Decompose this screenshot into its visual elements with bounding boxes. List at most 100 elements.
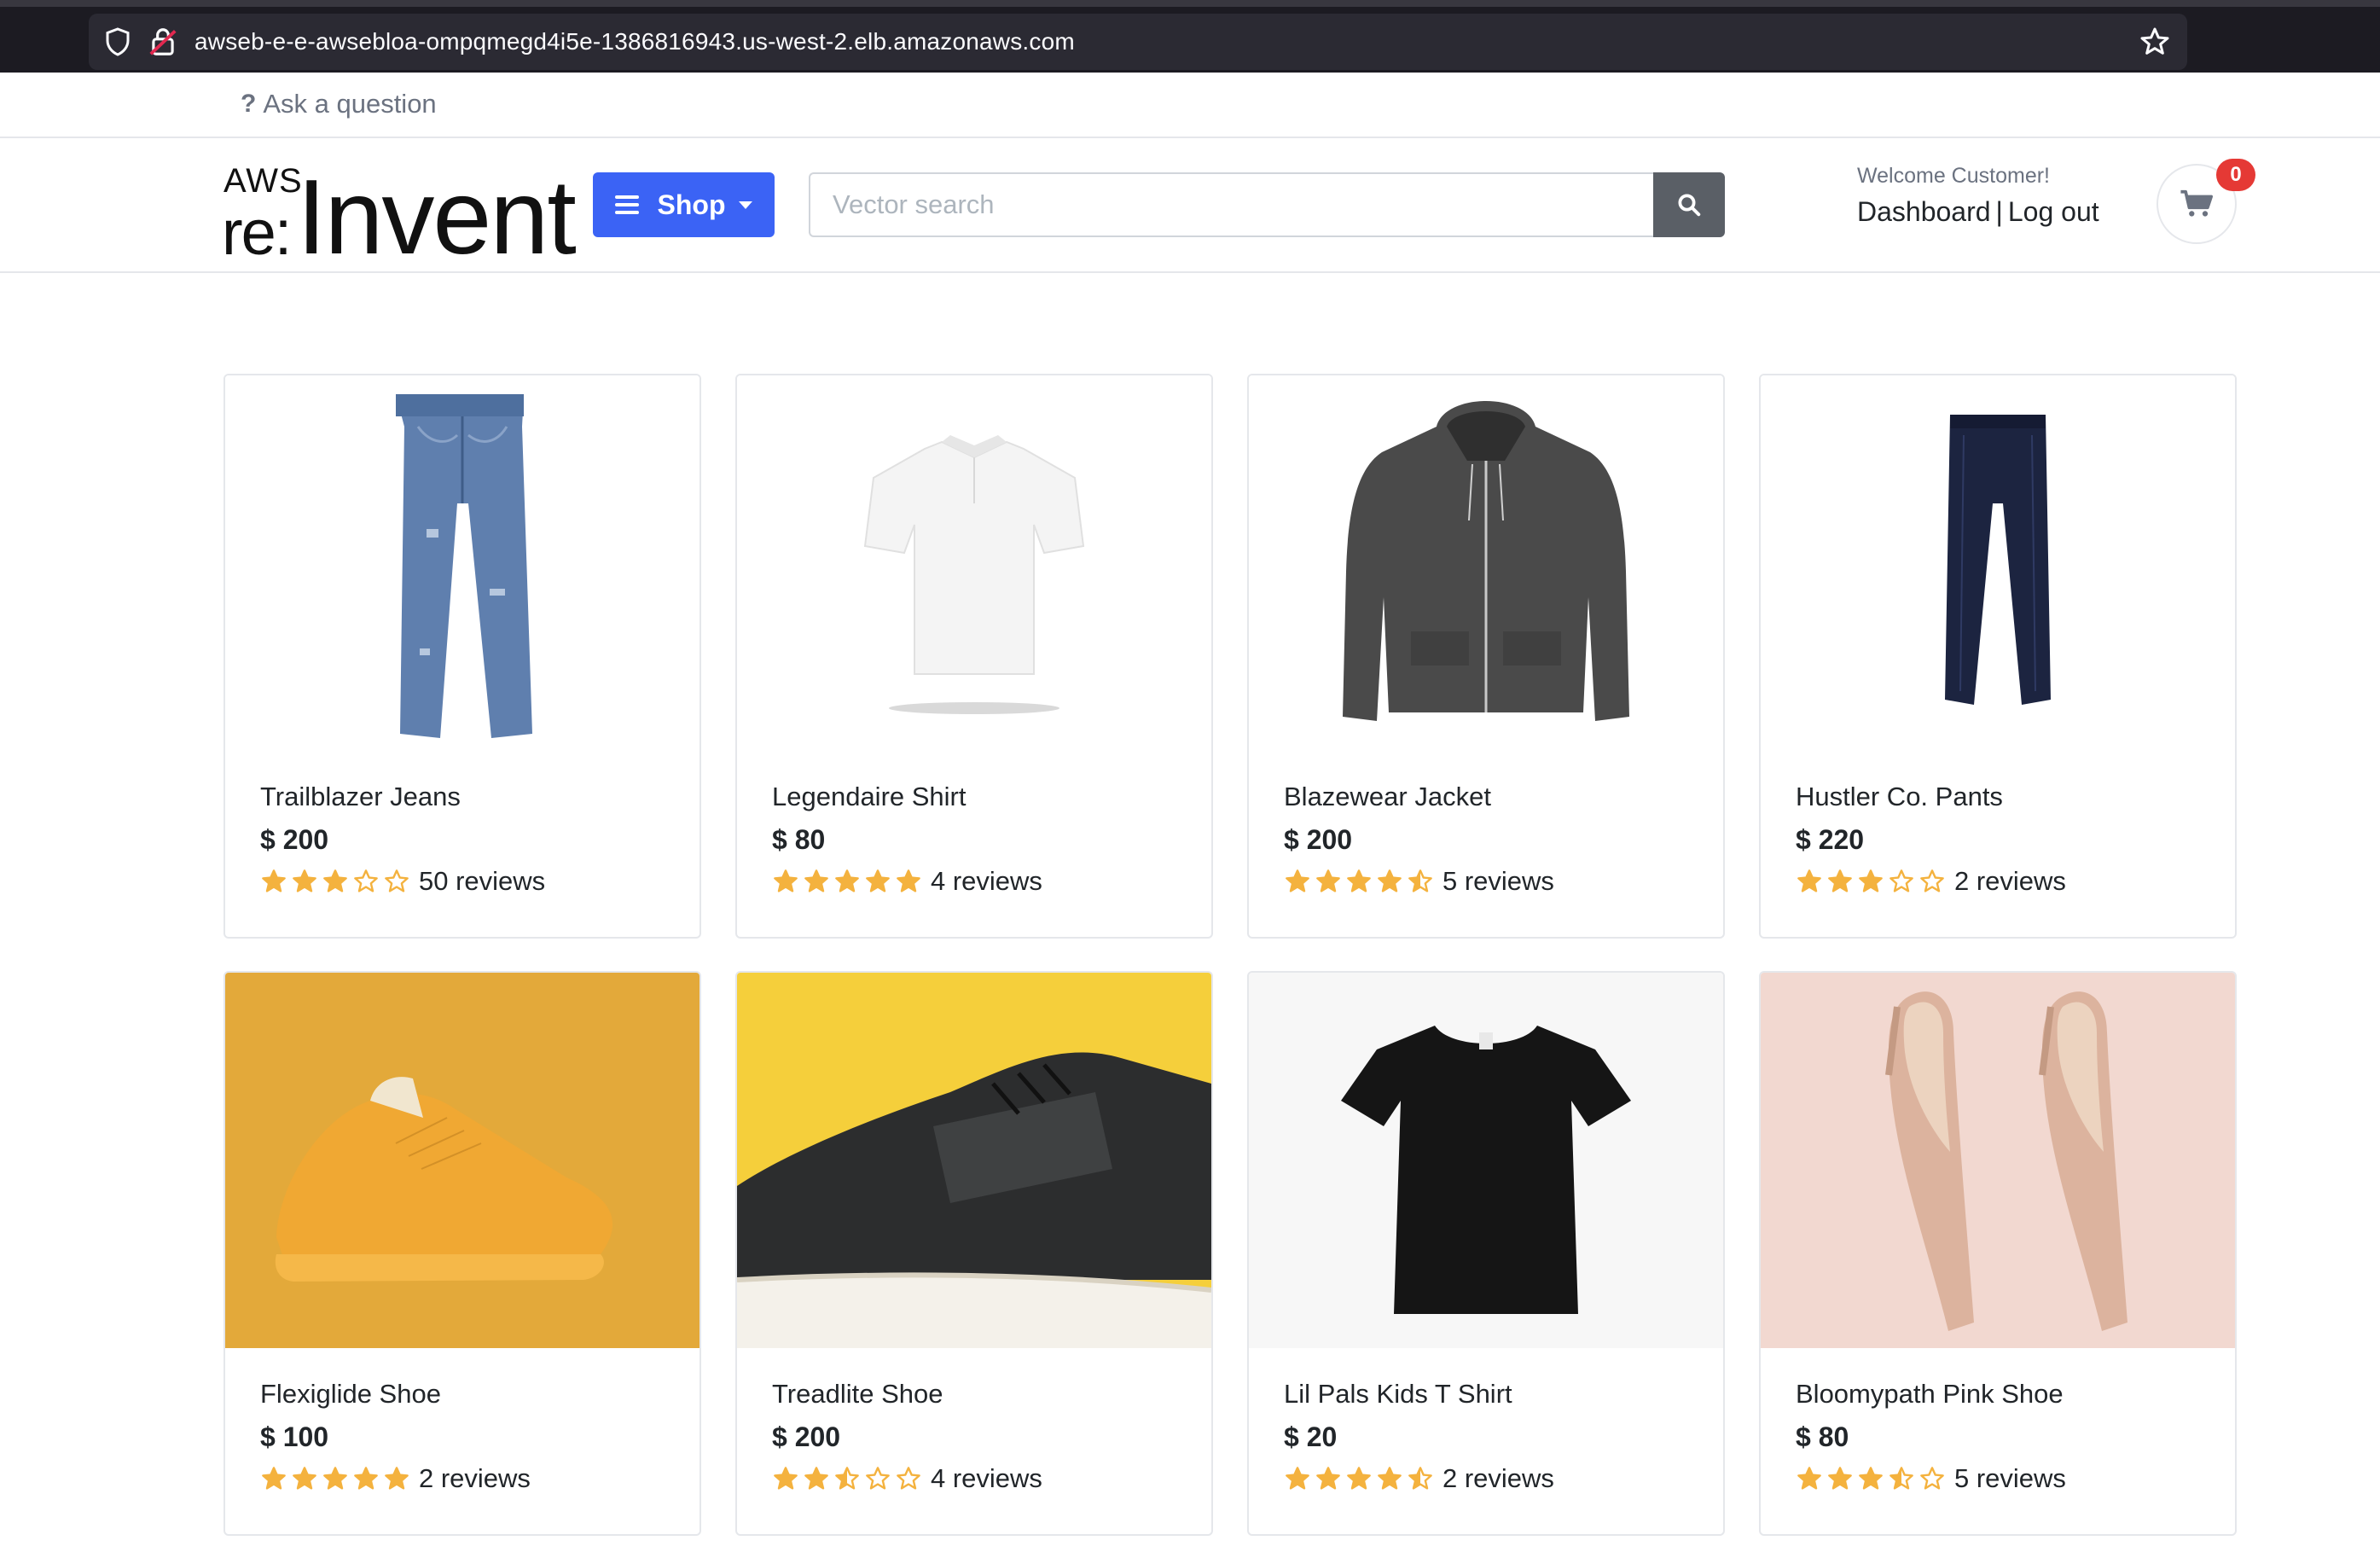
product-name[interactable]: Bloomypath Pink Shoe: [1796, 1379, 2064, 1410]
polo-shirt-image: [737, 375, 1211, 751]
product-card[interactable]: Treadlite Shoe $ 200 4 reviews: [735, 971, 1213, 1536]
product-rating: 2 reviews: [1284, 1463, 1554, 1494]
review-count[interactable]: 50 reviews: [419, 866, 545, 897]
product-name[interactable]: Treadlite Shoe: [772, 1379, 943, 1410]
star-full-icon: [1347, 1467, 1371, 1490]
account-links: Dashboard | Log out: [1857, 196, 2099, 228]
yellow-sneaker-image: [225, 973, 699, 1348]
product-card[interactable]: Lil Pals Kids T Shirt $ 20 2 reviews: [1247, 971, 1725, 1536]
product-card[interactable]: Bloomypath Pink Shoe $ 80 5 reviews: [1759, 971, 2237, 1536]
ask-question-label: Ask a question: [263, 89, 437, 119]
star-full-icon: [1286, 1467, 1309, 1490]
insecure-lock-icon[interactable]: [147, 26, 179, 58]
bookmark-star-icon[interactable]: [2138, 25, 2172, 59]
star-empty-icon: [354, 869, 378, 892]
search-button[interactable]: [1653, 172, 1725, 237]
review-count[interactable]: 4 reviews: [931, 1463, 1042, 1494]
star-full-icon: [323, 1467, 347, 1490]
product-price: $ 200: [1284, 824, 1353, 855]
product-price: $ 220: [1796, 824, 1865, 855]
star-full-icon: [1316, 869, 1340, 892]
product-image[interactable]: [225, 375, 699, 751]
star-full-icon: [1828, 1467, 1852, 1490]
product-card[interactable]: Trailblazer Jeans $ 200 50 reviews: [223, 374, 701, 939]
hoodie-jacket-image: [1249, 375, 1723, 751]
star-full-icon: [385, 1467, 409, 1490]
star-rating: [1796, 868, 1949, 895]
black-running-shoe-image: [737, 973, 1211, 1348]
star-full-icon: [1797, 1467, 1821, 1490]
dashboard-link[interactable]: Dashboard: [1857, 196, 1991, 227]
search-bar: [809, 172, 1725, 237]
review-count[interactable]: 2 reviews: [1954, 866, 2066, 897]
review-count[interactable]: 2 reviews: [419, 1463, 531, 1494]
logo-re-text: re:: [222, 197, 292, 268]
product-rating: 4 reviews: [772, 866, 1042, 897]
star-rating: [1284, 868, 1437, 895]
shop-menu-button[interactable]: Shop: [593, 172, 775, 237]
product-card[interactable]: Hustler Co. Pants $ 220 2 reviews: [1759, 374, 2237, 939]
product-rating: 4 reviews: [772, 1463, 1042, 1494]
product-rating: 2 reviews: [1796, 866, 2066, 897]
url-text[interactable]: awseb-e-e-awsebloa-ompqmegd4i5e-13868169…: [194, 28, 1075, 55]
review-count[interactable]: 5 reviews: [1954, 1463, 2066, 1494]
product-image[interactable]: [1761, 973, 2235, 1348]
star-rating: [772, 868, 926, 895]
shopping-cart-icon: [2180, 189, 2213, 217]
star-full-icon: [1859, 1467, 1883, 1490]
caret-down-icon: [739, 201, 753, 209]
star-full-icon: [866, 869, 890, 892]
product-name[interactable]: Lil Pals Kids T Shirt: [1284, 1379, 1512, 1410]
star-full-icon: [293, 869, 316, 892]
logout-link[interactable]: Log out: [2008, 196, 2099, 227]
star-rating: [772, 1465, 926, 1492]
star-full-icon: [897, 869, 920, 892]
address-bar[interactable]: awseb-e-e-awsebloa-ompqmegd4i5e-13868169…: [89, 14, 2187, 70]
product-image[interactable]: [1249, 375, 1723, 751]
product-image[interactable]: [1761, 375, 2235, 751]
shield-icon[interactable]: [102, 26, 133, 57]
star-full-icon: [1828, 869, 1852, 892]
product-price: $ 200: [260, 824, 329, 855]
review-count[interactable]: 4 reviews: [931, 866, 1042, 897]
star-rating: [1284, 1465, 1437, 1492]
browser-toolbar: awseb-e-e-awsebloa-ompqmegd4i5e-13868169…: [0, 0, 2380, 73]
product-card[interactable]: Flexiglide Shoe $ 100 2 reviews: [223, 971, 701, 1536]
star-full-icon: [1378, 869, 1402, 892]
product-rating: 5 reviews: [1796, 1463, 2066, 1494]
star-full-icon: [1286, 869, 1309, 892]
star-half-icon: [1408, 869, 1432, 892]
product-name[interactable]: Trailblazer Jeans: [260, 782, 461, 812]
jeans-image: [225, 375, 699, 751]
product-card[interactable]: Legendaire Shirt $ 80 4 reviews: [735, 374, 1213, 939]
product-name[interactable]: Legendaire Shirt: [772, 782, 967, 812]
star-full-icon: [774, 1467, 798, 1490]
review-count[interactable]: 2 reviews: [1443, 1463, 1554, 1494]
star-full-icon: [354, 1467, 378, 1490]
product-image[interactable]: [737, 973, 1211, 1348]
review-count[interactable]: 5 reviews: [1443, 866, 1554, 897]
star-full-icon: [293, 1467, 316, 1490]
ask-question-link[interactable]: ? Ask a question: [241, 89, 437, 119]
star-empty-icon: [1920, 1467, 1944, 1490]
star-empty-icon: [897, 1467, 920, 1490]
top-strip: ? Ask a question: [0, 73, 2380, 138]
vector-search-input[interactable]: [809, 172, 1654, 237]
product-image[interactable]: [737, 375, 1211, 751]
product-image[interactable]: [1249, 973, 1723, 1348]
product-rating: 5 reviews: [1284, 866, 1554, 897]
product-name[interactable]: Hustler Co. Pants: [1796, 782, 2003, 812]
product-card[interactable]: Blazewear Jacket $ 200 5 reviews: [1247, 374, 1725, 939]
product-image[interactable]: [225, 973, 699, 1348]
star-half-icon: [1889, 1467, 1913, 1490]
star-rating: [1796, 1465, 1949, 1492]
star-empty-icon: [385, 869, 409, 892]
reinvent-logo[interactable]: AWS re: Invent: [222, 159, 577, 276]
star-full-icon: [804, 869, 828, 892]
product-name[interactable]: Blazewear Jacket: [1284, 782, 1491, 812]
product-price: $ 200: [772, 1421, 841, 1452]
black-tshirt-image: [1249, 973, 1723, 1348]
product-price: $ 80: [772, 824, 826, 855]
product-name[interactable]: Flexiglide Shoe: [260, 1379, 441, 1410]
star-empty-icon: [866, 1467, 890, 1490]
